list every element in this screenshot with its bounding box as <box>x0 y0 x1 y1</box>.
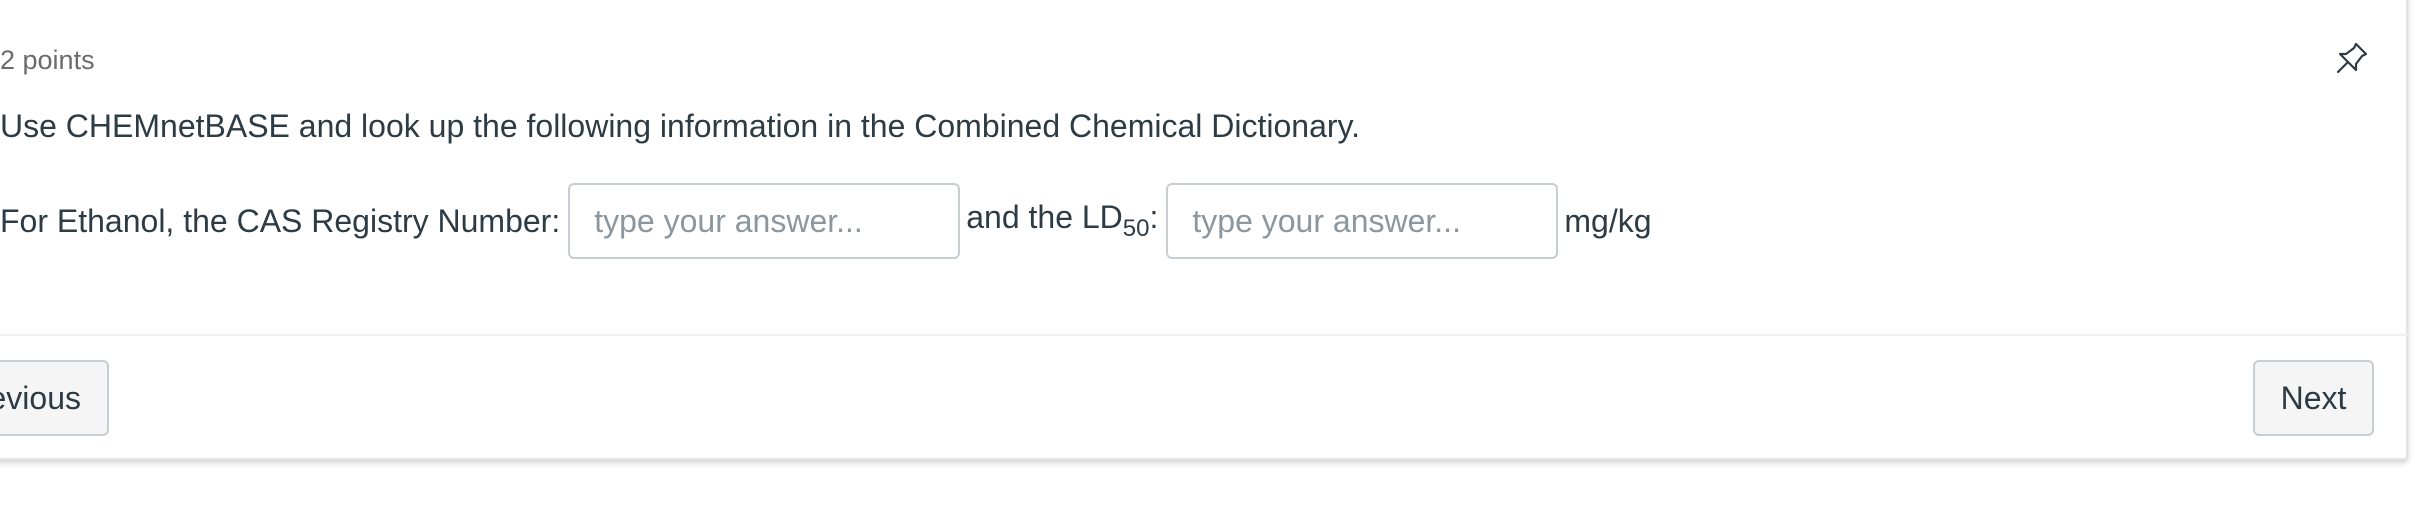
question-points: 2 points <box>0 45 95 75</box>
ld50-input[interactable] <box>1166 183 1559 259</box>
previous-button[interactable]: evious <box>0 360 109 436</box>
ld50-subscript: 50 <box>1122 215 1150 242</box>
next-button[interactable]: Next <box>2253 360 2374 436</box>
answer-line: For Ethanol, the CAS Registry Number: an… <box>0 182 1652 260</box>
ld50-label: and the LD50: <box>966 199 1159 242</box>
pin-icon[interactable] <box>2332 38 2372 78</box>
unit-label: mg/kg <box>1564 202 1652 239</box>
cas-number-input[interactable] <box>568 183 961 259</box>
question-prompt: Use CHEMnetBASE and look up the followin… <box>0 108 1361 144</box>
footer-divider <box>0 334 2408 336</box>
cas-label: For Ethanol, the CAS Registry Number: <box>0 202 561 239</box>
